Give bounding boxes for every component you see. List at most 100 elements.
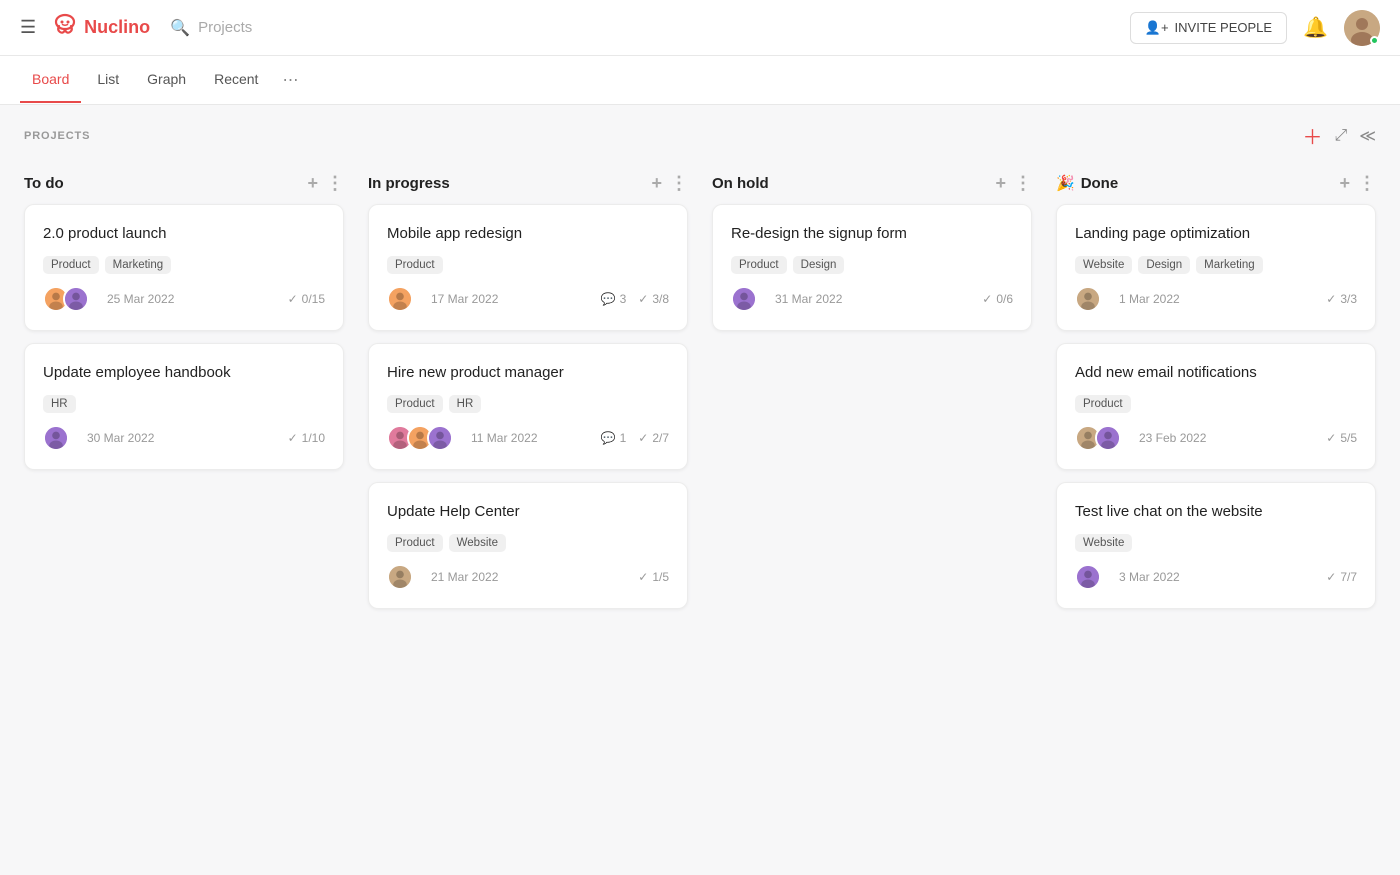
add-project-button[interactable]: ＋ — [1302, 121, 1322, 150]
column-actions-inprogress: +⋮ — [651, 174, 688, 192]
card-date: 30 Mar 2022 — [87, 431, 154, 445]
card-meta: 💬1✓2/7 — [601, 431, 669, 445]
card-tag: HR — [43, 395, 76, 413]
card-card-3[interactable]: Mobile app redesign Product 17 Mar 2022 … — [368, 204, 688, 331]
column-add-button[interactable]: + — [995, 174, 1006, 192]
invite-people-button[interactable]: 👤+ INVITE PEOPLE — [1130, 12, 1287, 44]
card-avatars — [43, 286, 89, 312]
search-area[interactable]: 🔍 Projects — [170, 18, 252, 38]
column-add-button[interactable]: + — [1339, 174, 1350, 192]
card-comments: 💬1 — [601, 431, 627, 445]
card-tags: ProductHR — [387, 395, 669, 413]
card-tags: ProductMarketing — [43, 256, 325, 274]
search-placeholder: Projects — [198, 19, 252, 36]
card-checklist: ✓3/3 — [1326, 292, 1357, 306]
card-tags: HR — [43, 395, 325, 413]
card-tag: Website — [449, 534, 506, 552]
user-avatar-container[interactable] — [1344, 10, 1380, 46]
menu-icon[interactable]: ☰ — [20, 17, 36, 38]
card-title: Update Help Center — [387, 501, 669, 522]
column-title-text: On hold — [712, 175, 769, 192]
card-avatars — [387, 286, 413, 312]
card-date: 1 Mar 2022 — [1119, 292, 1180, 306]
card-avatar — [387, 286, 413, 312]
column-add-button[interactable]: + — [651, 174, 662, 192]
card-tags: ProductWebsite — [387, 534, 669, 552]
collapse-icon[interactable]: ≪ — [1359, 126, 1376, 146]
card-card-1[interactable]: 2.0 product launch ProductMarketing 25 M… — [24, 204, 344, 331]
card-checklist: ✓1/5 — [638, 570, 669, 584]
logo-icon — [52, 12, 78, 44]
card-footer: 23 Feb 2022 ✓5/5 — [1075, 425, 1357, 451]
tab-recent[interactable]: Recent — [202, 57, 270, 103]
card-checklist: ✓5/5 — [1326, 431, 1357, 445]
column-inprogress: In progress+⋮ Mobile app redesign Produc… — [368, 166, 688, 621]
card-tag: Website — [1075, 256, 1132, 274]
card-date: 25 Mar 2022 — [107, 292, 174, 306]
notifications-bell-icon[interactable]: 🔔 — [1303, 15, 1328, 40]
card-avatar — [427, 425, 453, 451]
card-date: 23 Feb 2022 — [1139, 431, 1206, 445]
card-date: 11 Mar 2022 — [471, 431, 538, 445]
card-title: Hire new product manager — [387, 362, 669, 383]
card-avatars — [387, 425, 453, 451]
logo-text: Nuclino — [84, 17, 150, 38]
card-avatar — [63, 286, 89, 312]
card-title: Update employee handbook — [43, 362, 325, 383]
card-date: 3 Mar 2022 — [1119, 570, 1180, 584]
logo[interactable]: Nuclino — [52, 12, 150, 44]
card-avatar — [1095, 425, 1121, 451]
column-more-button[interactable]: ⋮ — [326, 174, 344, 192]
column-done: 🎉Done+⋮ Landing page optimization Websit… — [1056, 166, 1376, 621]
checklist-icon: ✓ — [1326, 292, 1336, 306]
card-meta: 💬3 ✓3/8 — [601, 292, 669, 306]
card-tag: Product — [387, 395, 443, 413]
card-footer: 11 Mar 2022 💬1✓2/7 — [387, 425, 669, 451]
column-more-button[interactable]: ⋮ — [1358, 174, 1376, 192]
card-checklist: ✓3/8 — [638, 292, 669, 306]
card-date: 21 Mar 2022 — [431, 570, 498, 584]
card-meta: ✓0/6 — [982, 292, 1013, 306]
tab-more-icon[interactable]: ⋯ — [274, 56, 306, 104]
column-todo: To do + ⋮ 2.0 product launch ProductMarket… — [24, 166, 344, 621]
card-footer: 25 Mar 2022 ✓0/15 — [43, 286, 325, 312]
column-more-button[interactable]: ⋮ — [1014, 174, 1032, 192]
column-add-button[interactable]: + — [307, 174, 318, 192]
checklist-icon: ✓ — [982, 292, 992, 306]
card-card-7[interactable]: Landing page optimization WebsiteDesignM… — [1056, 204, 1376, 331]
tab-board[interactable]: Board — [20, 57, 81, 103]
column-title-onhold: On hold — [712, 175, 769, 192]
card-card-6[interactable]: Re-design the signup form ProductDesign … — [712, 204, 1032, 331]
card-title: Test live chat on the website — [1075, 501, 1357, 522]
column-title-text: To do — [24, 175, 64, 192]
header-right: 👤+ INVITE PEOPLE 🔔 — [1130, 10, 1380, 46]
column-more-button[interactable]: ⋮ — [670, 174, 688, 192]
card-tag: Product — [43, 256, 99, 274]
column-actions-done: +⋮ — [1339, 174, 1376, 192]
user-online-status — [1370, 36, 1379, 45]
card-card-2[interactable]: Update employee handbook HR 30 Mar 2022 … — [24, 343, 344, 470]
card-avatars — [43, 425, 69, 451]
card-checklist: ✓0/15 — [288, 292, 325, 306]
column-header-inprogress: In progress+⋮ — [368, 166, 688, 204]
card-card-4[interactable]: Hire new product manager ProductHR 11 Ma… — [368, 343, 688, 470]
card-tag: Product — [731, 256, 787, 274]
card-tags: Product Design — [731, 256, 1013, 274]
card-tag: Product — [1075, 395, 1131, 413]
invite-label: INVITE PEOPLE — [1175, 20, 1273, 35]
board-header-actions: ＋ ⤢ ≪ — [1302, 121, 1376, 150]
column-header-todo: To do + ⋮ — [24, 166, 344, 204]
card-card-8[interactable]: Add new email notifications Product 23 F… — [1056, 343, 1376, 470]
checklist-icon: ✓ — [638, 431, 648, 445]
tabs-bar: Board List Graph Recent ⋯ — [0, 56, 1400, 105]
tab-graph[interactable]: Graph — [135, 57, 198, 103]
card-tag: Design — [793, 256, 845, 274]
expand-icon[interactable]: ⤢ — [1334, 127, 1347, 145]
checklist-icon: ✓ — [638, 292, 648, 306]
card-card-5[interactable]: Update Help Center ProductWebsite 21 Mar… — [368, 482, 688, 609]
board-section-header: PROJECTS ＋ ⤢ ≪ — [0, 105, 1400, 158]
tab-list[interactable]: List — [85, 57, 131, 103]
card-comments: 💬3 — [601, 292, 627, 306]
card-card-9[interactable]: Test live chat on the website Website 3 … — [1056, 482, 1376, 609]
card-tag: Product — [387, 256, 443, 274]
